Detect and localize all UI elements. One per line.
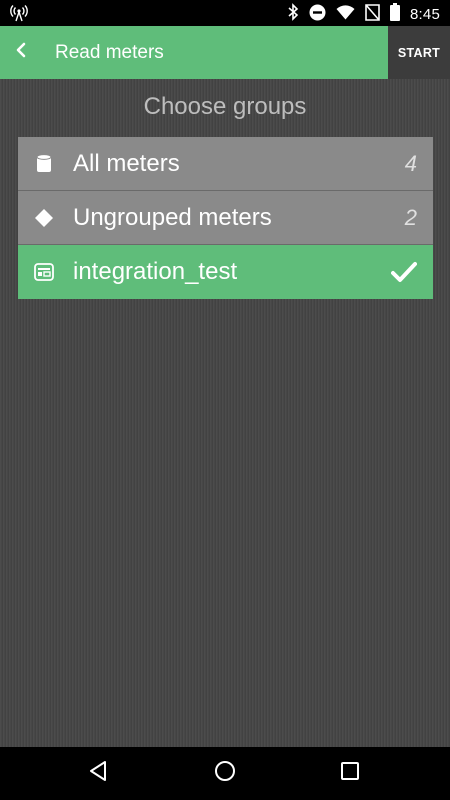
battery-icon (390, 3, 400, 25)
nav-back-button[interactable] (68, 747, 128, 800)
group-item-ungrouped-meters[interactable]: Ungrouped meters 2 (18, 191, 433, 245)
system-navigation-bar (0, 747, 450, 800)
group-label: All meters (73, 150, 180, 177)
group-list: All meters 4 Ungrouped meters 2 integrat… (18, 137, 433, 299)
recents-square-icon (340, 761, 360, 786)
status-bar: 8:45 (0, 0, 450, 26)
database-icon (32, 137, 56, 191)
back-button[interactable] (6, 26, 36, 79)
do-not-disturb-icon (309, 4, 326, 25)
bluetooth-icon (287, 3, 299, 25)
nav-recents-button[interactable] (320, 747, 380, 800)
no-sim-icon (365, 3, 380, 25)
nav-home-button[interactable] (195, 747, 255, 800)
home-circle-icon (214, 760, 236, 787)
status-time: 8:45 (410, 5, 440, 23)
wireless-broadcast-icon (10, 4, 28, 27)
group-label: integration_test (73, 258, 238, 285)
group-count: 2 (404, 205, 417, 230)
back-triangle-icon (88, 760, 108, 787)
group-item-all-meters[interactable]: All meters 4 (18, 137, 433, 191)
group-label: Ungrouped meters (73, 204, 272, 231)
chevron-left-icon (14, 42, 28, 63)
wifi-icon (336, 4, 355, 24)
checkmark-icon (389, 245, 419, 299)
main-content: Choose groups All meters 4 Ungrouped met… (0, 79, 450, 747)
section-heading: Choose groups (143, 93, 307, 120)
start-button[interactable]: START (388, 26, 450, 79)
group-card-icon (32, 245, 56, 299)
app-toolbar: Read meters (0, 26, 388, 79)
group-item-integration-test[interactable]: integration_test (18, 245, 433, 299)
group-count: 4 (404, 151, 417, 176)
diamond-icon (32, 191, 56, 245)
page-title: Read meters (55, 42, 164, 63)
